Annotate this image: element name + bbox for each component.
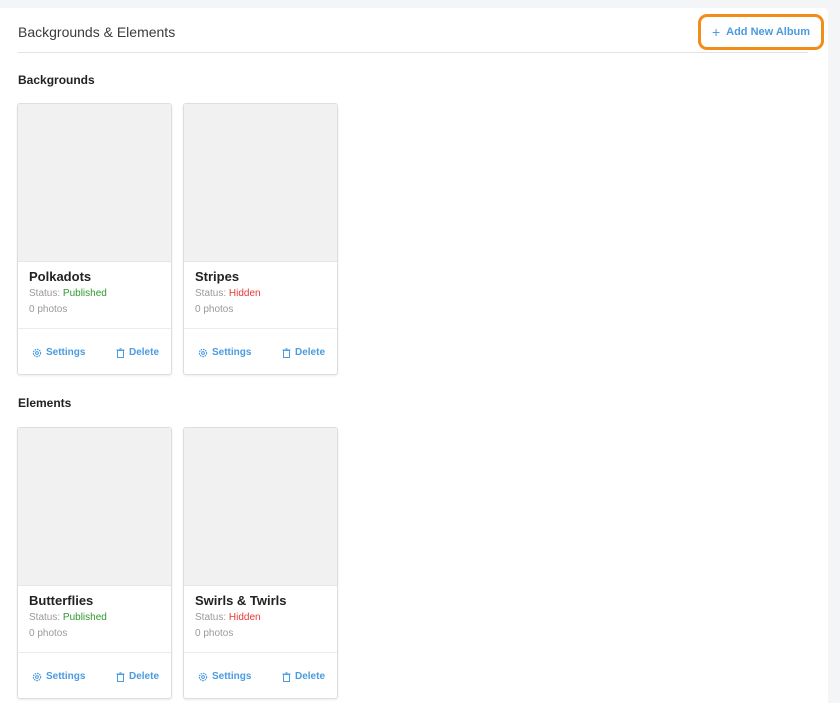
status-value: Published bbox=[62, 612, 107, 623]
album-thumbnail[interactable] bbox=[18, 428, 171, 586]
delete-label: Delete bbox=[129, 671, 160, 682]
photo-count: 0 photos bbox=[29, 304, 68, 315]
card-actions: Settings Delete bbox=[184, 347, 337, 361]
page-title: Backgrounds & Elements bbox=[18, 24, 176, 40]
settings-label: Settings bbox=[212, 347, 252, 358]
album-card-stripes[interactable]: Stripes Status: Hidden 0 photos Settings… bbox=[183, 103, 338, 375]
delete-button[interactable]: Delete bbox=[116, 671, 159, 682]
delete-button[interactable]: Delete bbox=[116, 347, 159, 358]
gear-icon bbox=[198, 672, 208, 681]
section-title-backgrounds: Backgrounds bbox=[18, 73, 95, 87]
albums-panel: Backgrounds & Elements + Add New Album B… bbox=[0, 8, 828, 703]
trash-icon bbox=[282, 671, 291, 682]
status-value: Hidden bbox=[228, 288, 261, 299]
album-thumbnail[interactable] bbox=[18, 104, 171, 262]
section-title-elements: Elements bbox=[18, 396, 72, 410]
delete-label: Delete bbox=[295, 347, 326, 358]
delete-button[interactable]: Delete bbox=[282, 671, 325, 682]
card-actions: Settings Delete bbox=[18, 671, 171, 685]
delete-label: Delete bbox=[129, 347, 160, 358]
album-card-polkadots[interactable]: Polkadots Status: Published 0 photos Set… bbox=[17, 103, 172, 375]
gear-icon bbox=[32, 672, 42, 681]
settings-label: Settings bbox=[212, 671, 252, 682]
gear-icon bbox=[32, 348, 42, 357]
delete-label: Delete bbox=[295, 671, 326, 682]
album-card-swirls-twirls[interactable]: Swirls & Twirls Status: Hidden 0 photos … bbox=[183, 427, 338, 699]
add-new-album-button[interactable]: + Add New Album bbox=[698, 14, 824, 50]
card-actions: Settings Delete bbox=[18, 347, 171, 361]
album-card-butterflies[interactable]: Butterflies Status: Published 0 photos S… bbox=[17, 427, 172, 699]
status-prefix: Status: bbox=[29, 612, 61, 623]
album-thumbnail[interactable] bbox=[184, 104, 337, 262]
settings-button[interactable]: Settings bbox=[32, 347, 85, 358]
trash-icon bbox=[116, 347, 125, 358]
album-status: Status: Published bbox=[29, 288, 107, 299]
delete-button[interactable]: Delete bbox=[282, 347, 325, 358]
card-divider bbox=[18, 328, 171, 329]
album-status: Status: Hidden bbox=[195, 288, 261, 299]
status-value: Published bbox=[62, 288, 107, 299]
settings-button[interactable]: Settings bbox=[32, 671, 85, 682]
status-prefix: Status: bbox=[29, 288, 61, 299]
gear-icon bbox=[198, 348, 208, 357]
status-value: Hidden bbox=[228, 612, 261, 623]
card-actions: Settings Delete bbox=[184, 671, 337, 685]
status-prefix: Status: bbox=[195, 288, 227, 299]
page-header: Backgrounds & Elements + Add New Album bbox=[18, 8, 824, 53]
album-status: Status: Hidden bbox=[195, 612, 261, 623]
album-status: Status: Published bbox=[29, 612, 107, 623]
settings-label: Settings bbox=[46, 347, 86, 358]
trash-icon bbox=[116, 671, 125, 682]
card-divider bbox=[184, 328, 337, 329]
settings-label: Settings bbox=[46, 671, 86, 682]
status-prefix: Status: bbox=[195, 612, 227, 623]
trash-icon bbox=[282, 347, 291, 358]
album-name[interactable]: Stripes bbox=[195, 269, 239, 284]
photo-count: 0 photos bbox=[29, 628, 68, 639]
card-divider bbox=[18, 652, 171, 653]
album-name[interactable]: Swirls & Twirls bbox=[195, 593, 287, 608]
card-divider bbox=[184, 652, 337, 653]
settings-button[interactable]: Settings bbox=[198, 671, 251, 682]
album-name[interactable]: Butterflies bbox=[29, 593, 93, 608]
album-name[interactable]: Polkadots bbox=[29, 269, 91, 284]
photo-count: 0 photos bbox=[195, 628, 234, 639]
album-thumbnail[interactable] bbox=[184, 428, 337, 586]
plus-icon: + bbox=[711, 23, 721, 40]
settings-button[interactable]: Settings bbox=[198, 347, 251, 358]
add-new-album-label: Add New Album bbox=[726, 26, 811, 38]
photo-count: 0 photos bbox=[195, 304, 234, 315]
